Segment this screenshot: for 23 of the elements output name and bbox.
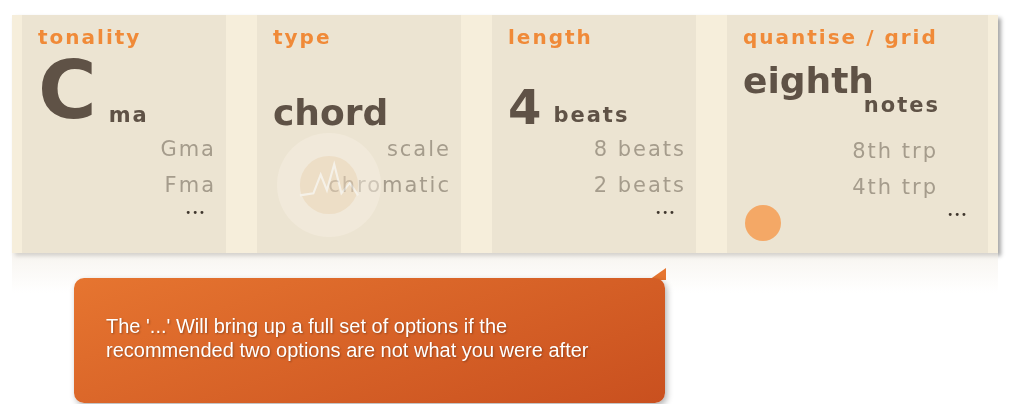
column-label: length [508, 25, 593, 49]
column-label: type [273, 25, 332, 49]
more-options-button[interactable]: ••• [947, 209, 968, 220]
callout-text: The '...' Will bring up a full set of options if the recommended two options are not what you were after [74, 278, 665, 403]
dot-icon [745, 205, 781, 241]
option-item[interactable]: chromatic [328, 167, 451, 203]
option-item[interactable]: 8 beats [593, 131, 686, 167]
option-item[interactable]: 8th trp [852, 133, 938, 169]
more-options-button[interactable]: ••• [655, 207, 676, 218]
selected-value[interactable]: chord [273, 95, 389, 131]
selected-value[interactable]: eighth [743, 63, 874, 99]
option-item[interactable]: Gma [160, 131, 216, 167]
option-item[interactable]: Fma [164, 167, 216, 203]
selected-value[interactable]: C [38, 51, 97, 131]
option-item[interactable]: scale [386, 131, 451, 167]
more-options-button[interactable]: ••• [185, 207, 206, 218]
option-item[interactable]: 2 beats [593, 167, 686, 203]
column-label: quantise / grid [743, 25, 938, 49]
column-label: tonality [38, 25, 142, 49]
value-unit: ma [108, 103, 149, 127]
value-unit: beats [553, 103, 630, 127]
selected-value[interactable]: 4 [508, 83, 542, 131]
option-item[interactable]: 4th trp [852, 169, 938, 205]
